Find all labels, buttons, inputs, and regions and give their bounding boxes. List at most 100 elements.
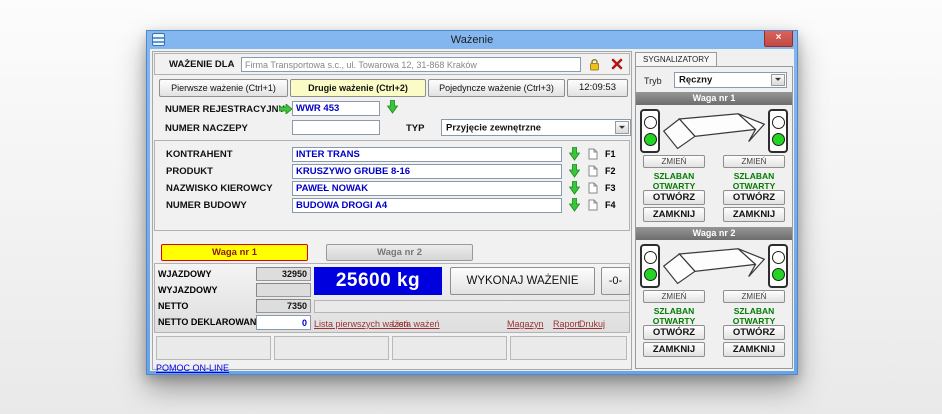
close-right-button[interactable]: ZAMKNIJ xyxy=(723,342,785,357)
scale1-signal-section: Waga nr 1 ZMIEŃ ZMIEŃ SZLABAN OTWARTY xyxy=(636,92,792,224)
field-row-produkt: PRODUKT F2 xyxy=(155,163,629,180)
mode-select[interactable]: Ręczny xyxy=(674,72,787,88)
perform-weighing-button[interactable]: WYKONAJ WAŻENIE xyxy=(450,267,595,295)
field-label: NUMER BUDOWY xyxy=(166,200,247,211)
change-right-button[interactable]: ZMIEŃ xyxy=(723,155,785,168)
weighing-status-bar xyxy=(314,300,630,313)
red-bulb-off xyxy=(772,251,785,264)
weighing-for-box: WAŻENIE DLA xyxy=(154,53,630,75)
change-left-button[interactable]: ZMIEŃ xyxy=(643,290,705,303)
scale1-section-header: Waga nr 1 xyxy=(636,92,792,105)
declared-net-input[interactable] xyxy=(256,315,311,330)
declared-net-label: NETTO DEKLAROWANE xyxy=(158,317,262,327)
new-document-icon[interactable] xyxy=(588,148,598,160)
scale2-tab[interactable]: Waga nr 2 xyxy=(326,244,473,261)
mode-label: Tryb xyxy=(644,76,662,86)
field-label: PRODUKT xyxy=(166,166,213,177)
fkey-label: F1 xyxy=(605,149,616,159)
red-bulb-off xyxy=(644,251,657,264)
kierowca-input[interactable] xyxy=(292,181,562,196)
new-document-icon[interactable] xyxy=(588,199,598,211)
new-document-icon[interactable] xyxy=(588,182,598,194)
registration-dropdown-icon[interactable] xyxy=(387,100,398,114)
signals-panel: Tryb Ręczny Waga nr 1 xyxy=(635,66,793,369)
red-bulb-off xyxy=(644,116,657,129)
online-help-link[interactable]: POMOC ON-LINE xyxy=(156,363,229,373)
fkey-label: F2 xyxy=(605,166,616,176)
entry-weight-label: WJAZDOWY xyxy=(158,269,212,279)
open-right-button[interactable]: OTWÓRZ xyxy=(723,190,785,205)
dropdown-arrow-icon[interactable] xyxy=(569,164,580,178)
dropdown-arrow-icon[interactable] xyxy=(569,181,580,195)
registration-number-label: NUMER REJESTRACYJNY xyxy=(165,104,285,115)
traffic-light xyxy=(768,244,788,288)
chevron-down-icon[interactable] xyxy=(615,121,629,134)
new-document-icon[interactable] xyxy=(588,165,598,177)
client-area: WAŻENIE DLA Pierwsze ważenie (Ctrl+1) Dr… xyxy=(150,49,794,371)
fkey-label: F4 xyxy=(605,200,616,210)
field-row-kierowca: NAZWISKO KIEROWCY F3 xyxy=(155,180,629,197)
registration-number-input[interactable] xyxy=(292,101,380,116)
field-label: NAZWISKO KIEROWCY xyxy=(166,183,273,194)
fkey-label: F3 xyxy=(605,183,616,193)
close-right-button[interactable]: ZAMKNIJ xyxy=(723,207,785,222)
status-box xyxy=(274,336,389,360)
warehouse-link[interactable]: Magazyn xyxy=(507,319,544,329)
green-bulb-on xyxy=(772,133,785,146)
title-bar[interactable]: Ważenie × xyxy=(147,31,797,49)
close-button[interactable]: × xyxy=(764,31,793,47)
budowa-input[interactable] xyxy=(292,198,562,213)
weight-section: WJAZDOWY WYJAZDOWY NETTO NETTO DEKLAROWA… xyxy=(154,263,630,333)
close-left-button[interactable]: ZAMKNIJ xyxy=(643,207,705,222)
weighing-form-panel: WAŻENIE DLA Pierwsze ważenie (Ctrl+1) Dr… xyxy=(152,51,632,370)
clear-icon[interactable] xyxy=(611,58,623,70)
tab-single-weighing[interactable]: Pojedyncze ważenie (Ctrl+3) xyxy=(428,79,565,97)
status-box xyxy=(510,336,627,360)
window-title: Ważenie xyxy=(147,31,797,49)
change-right-button[interactable]: ZMIEŃ xyxy=(723,290,785,303)
green-bulb-on xyxy=(772,268,785,281)
barrier-status-left: SZLABAN OTWARTY xyxy=(640,171,708,191)
net-weight-label: NETTO xyxy=(158,301,188,311)
open-left-button[interactable]: OTWÓRZ xyxy=(643,325,705,340)
lock-icon[interactable] xyxy=(589,58,600,71)
mode-select-value: Ręczny xyxy=(679,75,712,86)
report-link[interactable]: Raport xyxy=(553,319,580,329)
exit-weight-label: WYJAZDOWY xyxy=(158,285,218,295)
chevron-down-icon[interactable] xyxy=(771,74,785,86)
trailer-number-input[interactable] xyxy=(292,120,380,135)
close-left-button[interactable]: ZAMKNIJ xyxy=(643,342,705,357)
tab-first-weighing[interactable]: Pierwsze ważenie (Ctrl+1) xyxy=(159,79,288,97)
kontrahent-input[interactable] xyxy=(292,147,562,162)
type-select[interactable]: Przyjęcie zewnętrzne xyxy=(441,119,631,136)
order-fields-group: KONTRAHENT F1 PRODUKT F2 NAZWISKO KIEROW… xyxy=(154,140,630,231)
produkt-input[interactable] xyxy=(292,164,562,179)
dropdown-arrow-icon[interactable] xyxy=(569,147,580,161)
status-box xyxy=(392,336,507,360)
weighing-for-input[interactable] xyxy=(241,57,581,72)
barrier-status-right: SZLABAN OTWARTY xyxy=(720,171,788,191)
zero-button[interactable]: -0- xyxy=(601,267,630,295)
open-right-button[interactable]: OTWÓRZ xyxy=(723,325,785,340)
net-weight-value: 7350 xyxy=(256,299,311,313)
print-link[interactable]: Drukuj xyxy=(579,319,605,329)
dropdown-arrow-icon[interactable] xyxy=(569,198,580,212)
change-left-button[interactable]: ZMIEŃ xyxy=(643,155,705,168)
scale2-signal-section: Waga nr 2 ZMIEŃ ZMIEŃ SZLABAN OTWARTY xyxy=(636,227,792,359)
tab-second-weighing[interactable]: Drugie ważenie (Ctrl+2) xyxy=(290,79,426,97)
scale1-tab[interactable]: Waga nr 1 xyxy=(161,244,308,261)
trailer-number-label: NUMER NACZEPY xyxy=(165,123,248,134)
weighing-window: Ważenie × WAŻENIE DLA Pierwsze ważenie (… xyxy=(146,30,798,375)
green-bulb-on xyxy=(644,133,657,146)
clock-display: 12:09:53 xyxy=(567,79,628,97)
signals-tab[interactable]: SYGNALIZATORY xyxy=(635,52,717,66)
weighings-list-link[interactable]: Lista ważeń xyxy=(392,319,440,329)
field-row-kontrahent: KONTRAHENT F1 xyxy=(155,146,629,163)
arrow-right-icon xyxy=(279,104,293,114)
green-bulb-on xyxy=(644,268,657,281)
red-bulb-off xyxy=(772,116,785,129)
live-weight-display: 25600 kg xyxy=(314,267,442,295)
type-label: TYP xyxy=(406,123,424,134)
open-left-button[interactable]: OTWÓRZ xyxy=(643,190,705,205)
barrier-status-right: SZLABAN OTWARTY xyxy=(720,306,788,326)
